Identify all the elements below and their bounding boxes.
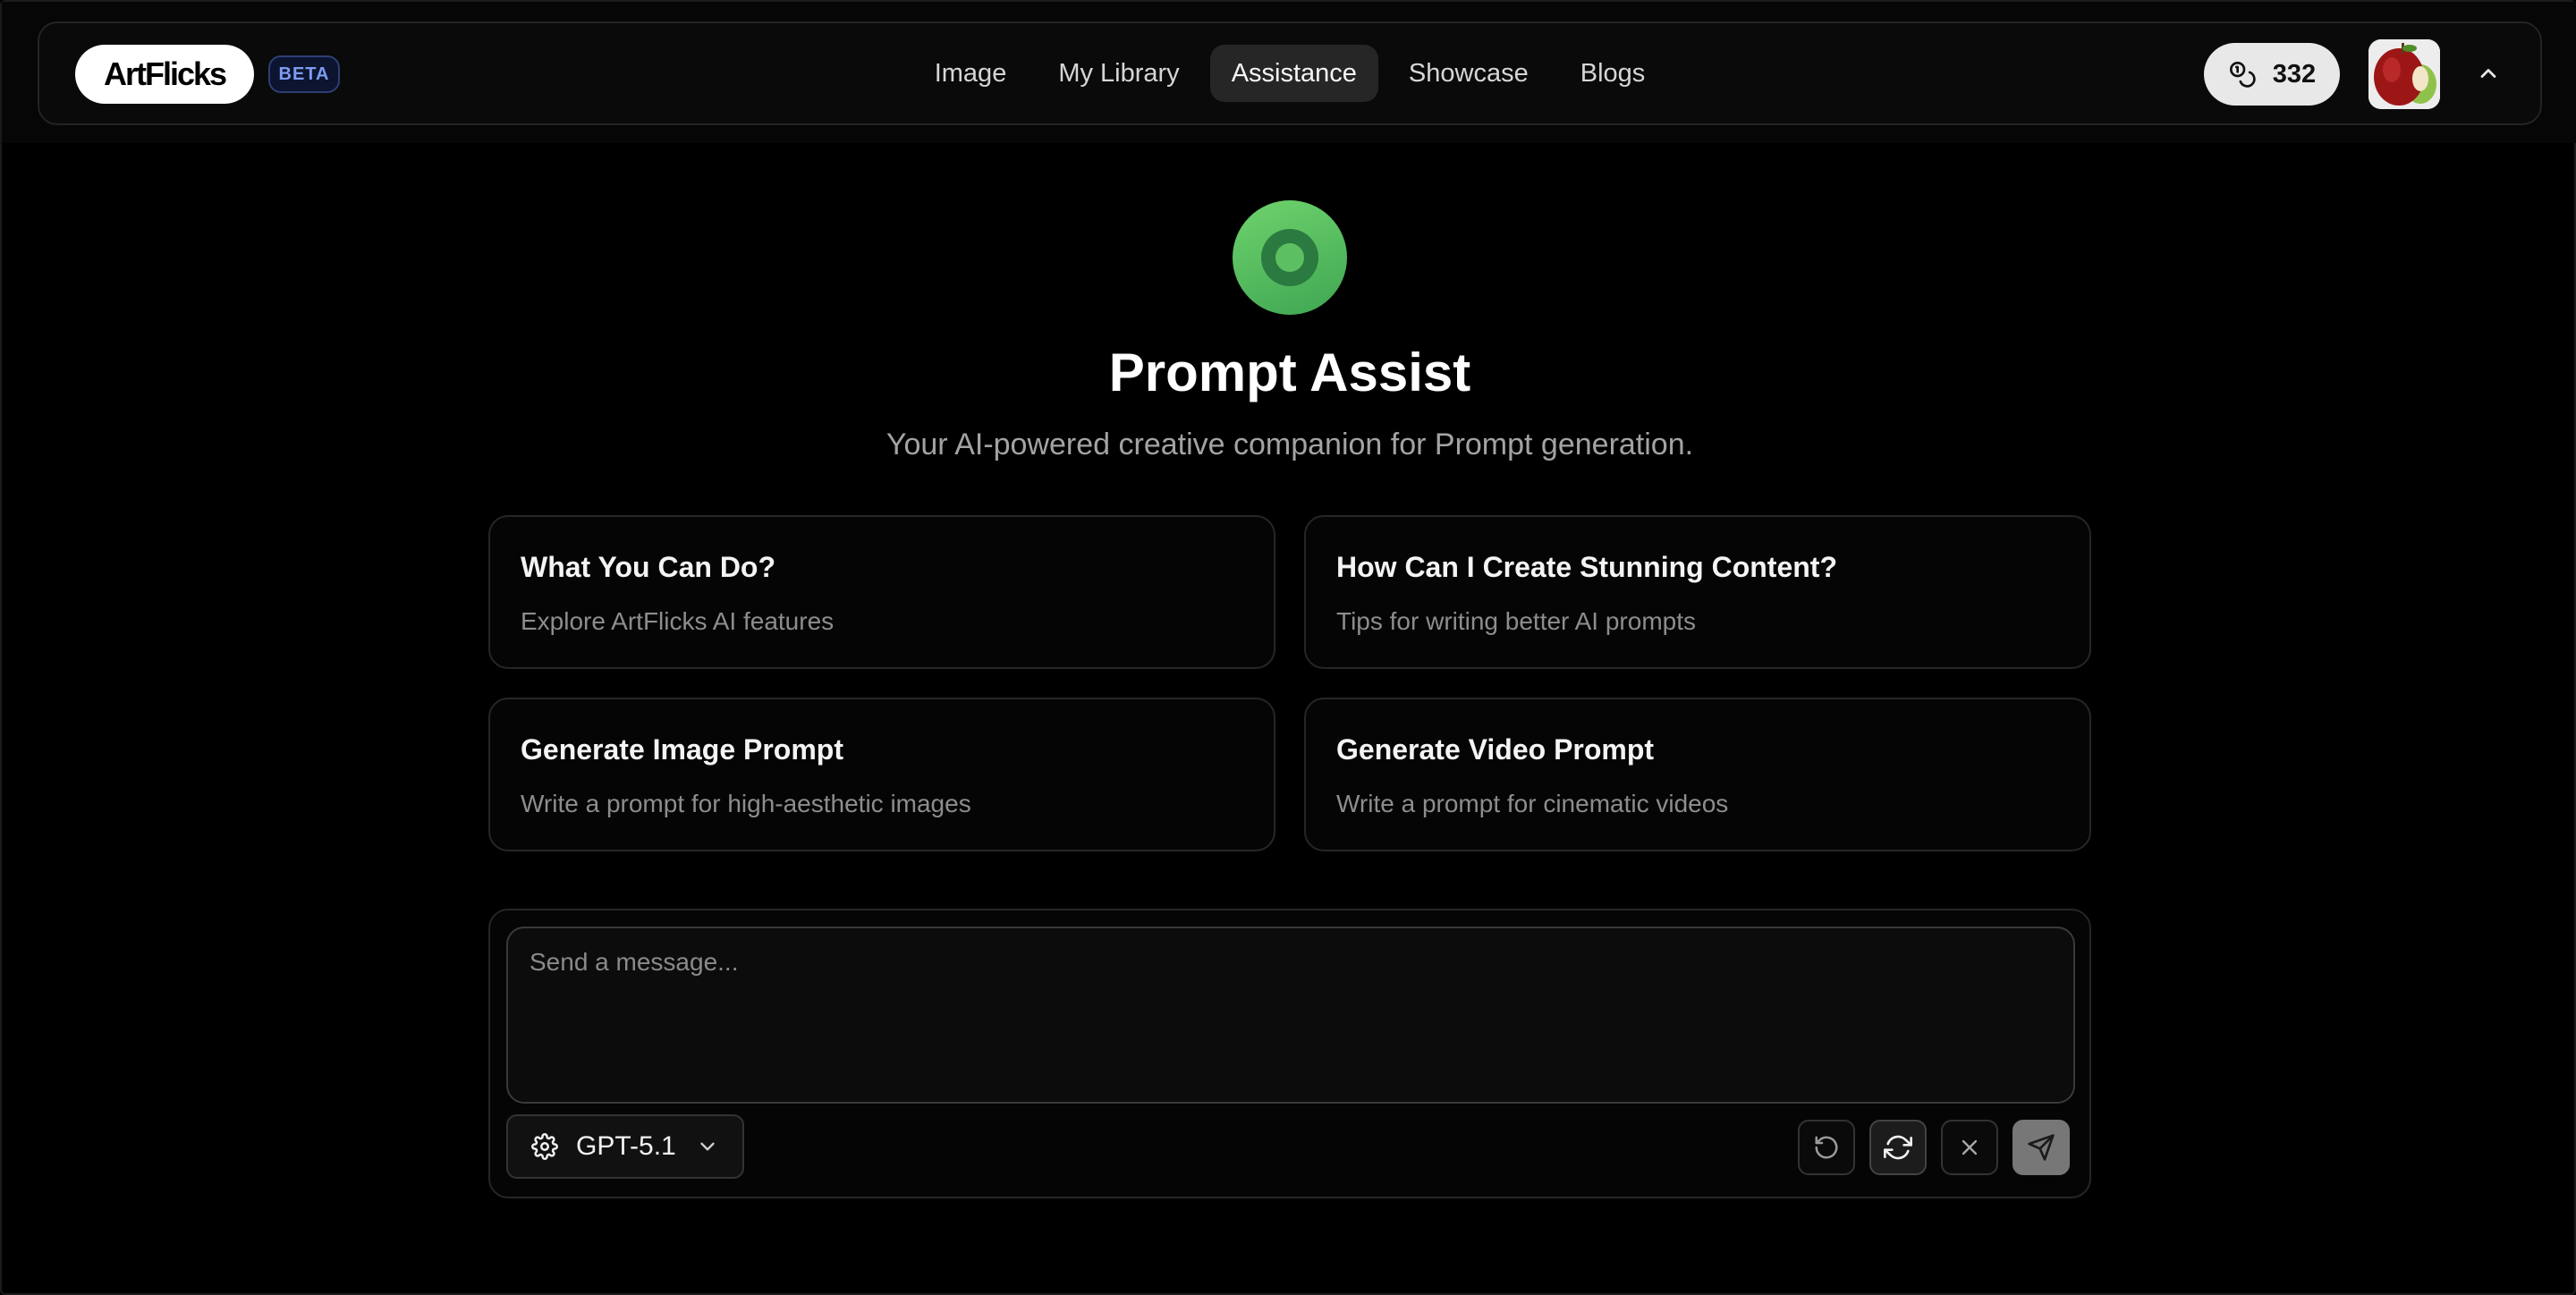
card-subtitle: Tips for writing better AI prompts bbox=[1336, 607, 1696, 635]
model-select[interactable]: GPT-5.1 bbox=[506, 1114, 744, 1179]
card-generate-image-prompt[interactable]: Generate Image Prompt Write a prompt for… bbox=[488, 698, 1275, 851]
model-label: GPT-5.1 bbox=[576, 1131, 676, 1161]
chevron-up-icon[interactable] bbox=[2472, 57, 2504, 89]
refresh-icon bbox=[1884, 1133, 1912, 1162]
send-button[interactable] bbox=[2012, 1120, 2070, 1175]
send-icon bbox=[2027, 1133, 2055, 1162]
user-avatar[interactable] bbox=[2368, 39, 2440, 109]
card-title: How Can I Create Stunning Content? bbox=[1336, 551, 1837, 583]
nav-showcase[interactable]: Showcase bbox=[1387, 45, 1550, 102]
chevron-down-icon bbox=[696, 1135, 719, 1158]
target-icon bbox=[1233, 200, 1347, 315]
card-create-stunning-content[interactable]: How Can I Create Stunning Content? Tips … bbox=[1304, 515, 2091, 669]
nav-my-library[interactable]: My Library bbox=[1037, 45, 1200, 102]
nav-assistance[interactable]: Assistance bbox=[1209, 45, 1378, 102]
coins-icon bbox=[2228, 60, 2257, 89]
close-icon bbox=[1957, 1135, 1982, 1160]
undo-icon bbox=[1813, 1134, 1840, 1161]
nav-blogs[interactable]: Blogs bbox=[1559, 45, 1667, 102]
beta-badge: BETA bbox=[268, 55, 340, 93]
page-subtitle: Your AI-powered creative companion for P… bbox=[886, 427, 1694, 461]
message-composer: GPT-5.1 bbox=[488, 909, 2091, 1198]
app-window: ArtFlicks BETA Image My Library Assistan… bbox=[0, 0, 2576, 1295]
clear-button[interactable] bbox=[1941, 1120, 1998, 1175]
card-what-you-can-do[interactable]: What You Can Do? Explore ArtFlicks AI fe… bbox=[488, 515, 1275, 669]
credits-button[interactable]: 332 bbox=[2204, 43, 2340, 106]
card-title: Generate Video Prompt bbox=[1336, 733, 1655, 766]
undo-button[interactable] bbox=[1798, 1120, 1855, 1175]
card-subtitle: Explore ArtFlicks AI features bbox=[521, 607, 835, 635]
page-title: Prompt Assist bbox=[1108, 343, 1471, 402]
message-input[interactable] bbox=[506, 927, 2075, 1104]
card-title: Generate Image Prompt bbox=[521, 733, 843, 766]
artflicks-logo[interactable]: ArtFlicks bbox=[75, 45, 254, 104]
card-title: What You Can Do? bbox=[521, 551, 776, 583]
nav-image[interactable]: Image bbox=[913, 45, 1029, 102]
card-generate-video-prompt[interactable]: Generate Video Prompt Write a prompt for… bbox=[1304, 698, 2091, 851]
card-subtitle: Write a prompt for cinematic videos bbox=[1336, 790, 1729, 817]
credits-count: 332 bbox=[2272, 59, 2317, 89]
gear-icon bbox=[531, 1133, 558, 1160]
refresh-button[interactable] bbox=[1869, 1120, 1927, 1175]
card-subtitle: Write a prompt for high-aesthetic images bbox=[521, 790, 971, 817]
